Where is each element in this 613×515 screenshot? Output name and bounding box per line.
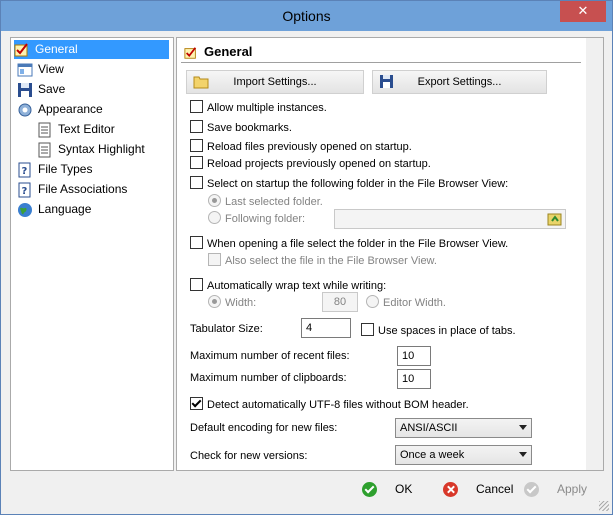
floppy-disk-icon [380, 75, 393, 88]
editor-width-radio[interactable]: Editor Width. [366, 295, 446, 310]
max-clipboards-input[interactable]: 10 [397, 369, 431, 389]
radio-button[interactable] [366, 295, 379, 308]
general-settings-panel: General Import Settings... Export Settin… [176, 37, 588, 471]
sidebar-item-label: Language [38, 202, 92, 216]
close-button[interactable]: ✕ [560, 1, 606, 22]
ok-button[interactable]: OK [362, 478, 412, 500]
last-selected-folder-radio[interactable]: Last selected folder. [208, 194, 323, 209]
apply-check-icon [524, 482, 539, 498]
floppy-disk-icon [18, 82, 32, 97]
general-check-icon [184, 46, 197, 59]
radio-button[interactable] [208, 194, 221, 207]
sidebar-item-label: Appearance [38, 102, 103, 116]
following-folder-radio[interactable]: Following folder: [208, 211, 305, 226]
sidebar-item-general[interactable]: General [14, 40, 169, 59]
default-encoding-label: Default encoding for new files: [190, 422, 338, 434]
checkbox-box[interactable] [208, 253, 221, 266]
document-icon [38, 122, 51, 138]
checkbox-box[interactable] [190, 397, 203, 410]
sidebar-item-label: File Associations [38, 182, 128, 196]
checkbox-box[interactable] [361, 323, 374, 336]
sidebar-item-language[interactable]: Language [17, 200, 91, 219]
chevron-down-icon [519, 452, 527, 457]
resize-grip[interactable] [599, 501, 609, 511]
cancel-button[interactable]: Cancel [443, 478, 513, 500]
sidebar-item-syntax-highlight[interactable]: Syntax Highlight [37, 140, 145, 159]
sidebar-item-label: Text Editor [58, 122, 115, 136]
options-category-tree[interactable]: General View Save Appearance Text Editor… [10, 37, 174, 471]
sidebar-item-text-editor[interactable]: Text Editor [37, 120, 115, 139]
checkbox-box[interactable] [190, 156, 203, 169]
sidebar-item-label: View [38, 62, 64, 76]
default-encoding-select[interactable]: ANSI/ASCII [395, 418, 532, 438]
use-spaces-checkbox[interactable]: Use spaces in place of tabs. [361, 323, 516, 338]
chevron-down-icon [519, 425, 527, 430]
select-startup-folder-checkbox[interactable]: Select on startup the following folder i… [190, 176, 508, 191]
import-settings-button[interactable]: Import Settings... [186, 70, 364, 94]
check-versions-select[interactable]: Once a week [395, 445, 532, 465]
sidebar-item-label: Save [38, 82, 66, 96]
section-header: General [183, 44, 252, 60]
check-versions-label: Check for new versions: [190, 450, 308, 462]
max-clipboards-label: Maximum number of clipboards: [190, 372, 347, 384]
folder-browse-icon [547, 213, 562, 226]
radio-button[interactable] [208, 295, 221, 308]
save-bookmarks-checkbox[interactable]: Save bookmarks. [190, 120, 292, 135]
max-recent-files-input[interactable]: 10 [397, 346, 431, 366]
tab-size-label: Tabulator Size: [190, 323, 263, 335]
checkbox-box[interactable] [190, 236, 203, 249]
checkbox-box[interactable] [190, 120, 203, 133]
checkbox-box[interactable] [190, 176, 203, 189]
svg-text:?: ? [22, 186, 28, 197]
section-divider [181, 62, 581, 63]
sidebar-item-view[interactable]: View [17, 60, 64, 79]
max-recent-files-label: Maximum number of recent files: [190, 350, 350, 362]
checkbox-box[interactable] [190, 139, 203, 152]
checkbox-box[interactable] [190, 278, 203, 291]
checkbox-box[interactable] [190, 100, 203, 113]
tab-size-input[interactable]: 4 [301, 318, 351, 338]
sidebar-item-file-associations[interactable]: ? File Associations [17, 180, 127, 199]
detect-utf8-checkbox[interactable]: Detect automatically UTF-8 files without… [190, 397, 469, 412]
sidebar-item-appearance[interactable]: Appearance [17, 100, 103, 119]
title-bar[interactable]: Options ✕ [1, 1, 612, 31]
document-icon [38, 142, 51, 158]
appearance-gear-icon [18, 103, 32, 117]
also-select-file-checkbox[interactable]: Also select the file in the File Browser… [208, 253, 437, 268]
file-types-icon: ? [18, 162, 31, 178]
ok-check-icon [362, 482, 377, 498]
export-settings-button[interactable]: Export Settings... [372, 70, 547, 94]
view-icon [17, 63, 33, 77]
sidebar-item-file-types[interactable]: ? File Types [17, 160, 92, 179]
globe-icon [18, 202, 32, 217]
options-window: Options ✕ General View Save Appearance T… [0, 0, 613, 515]
window-title: Options [282, 8, 331, 24]
sidebar-item-label: Syntax Highlight [58, 142, 145, 156]
radio-button[interactable] [208, 211, 221, 224]
wrap-width-input[interactable]: 80 [322, 292, 358, 312]
sidebar-item-label: General [35, 42, 78, 56]
sidebar-item-save[interactable]: Save [17, 80, 65, 99]
browse-folder-button[interactable] [547, 211, 563, 227]
auto-wrap-checkbox[interactable]: Automatically wrap text while writing: [190, 278, 386, 293]
cancel-x-icon [443, 482, 458, 498]
apply-button[interactable]: Apply [524, 478, 587, 500]
svg-text:?: ? [22, 166, 28, 177]
allow-multiple-instances-checkbox[interactable]: Allow multiple instances. [190, 100, 327, 115]
reload-projects-checkbox[interactable]: Reload projects previously opened on sta… [190, 156, 431, 171]
wrap-width-radio[interactable]: Width: [208, 295, 256, 310]
file-associations-icon: ? [18, 182, 31, 198]
general-check-icon [14, 43, 28, 57]
vertical-scrollbar[interactable] [586, 37, 604, 471]
folder-open-icon [193, 76, 209, 89]
sidebar-item-label: File Types [38, 162, 93, 176]
open-file-select-folder-checkbox[interactable]: When opening a file select the folder in… [190, 236, 508, 251]
following-folder-input[interactable] [334, 209, 566, 229]
reload-files-checkbox[interactable]: Reload files previously opened on startu… [190, 139, 412, 154]
section-title: General [204, 44, 253, 59]
